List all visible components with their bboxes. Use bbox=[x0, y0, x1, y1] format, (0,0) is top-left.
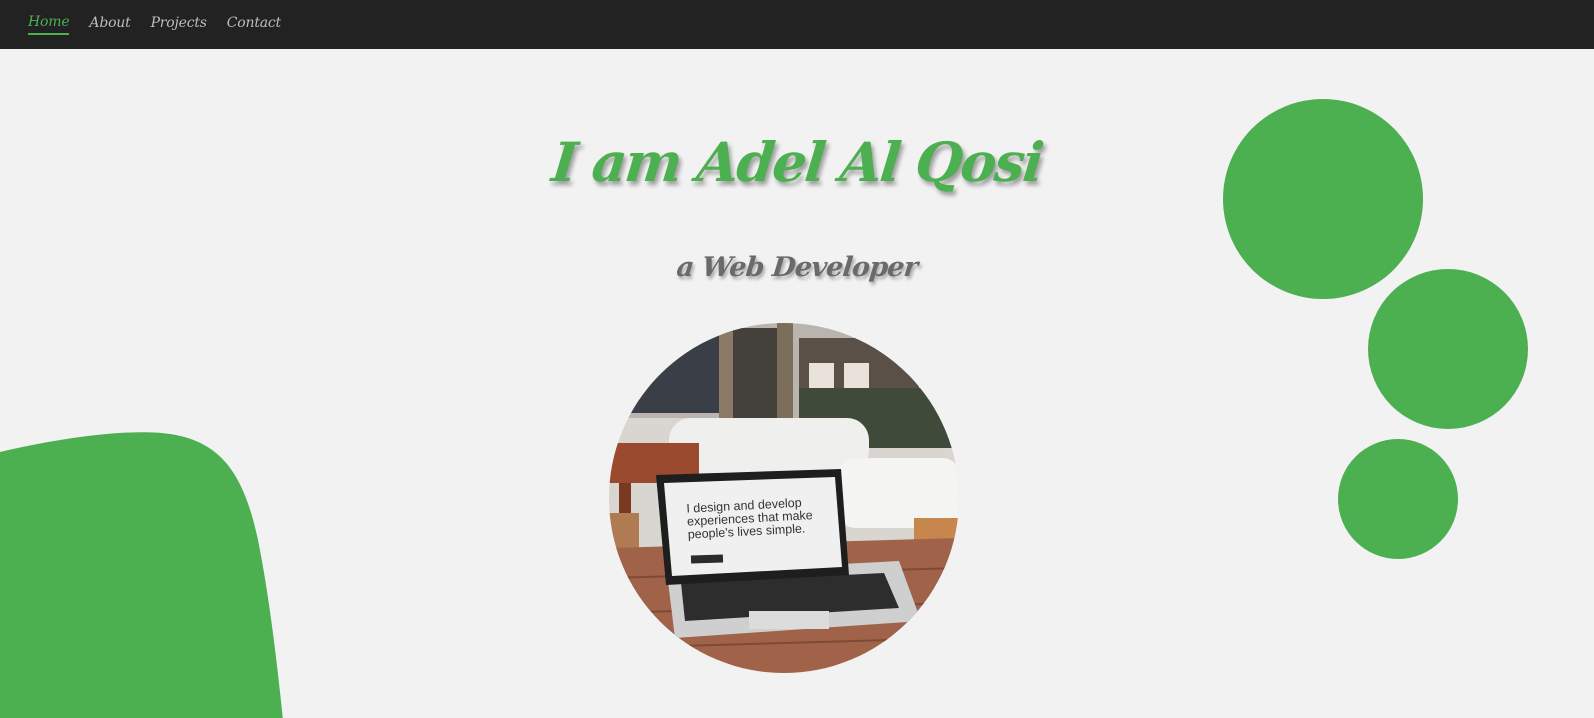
page: Home About Projects Contact I am Adel Al… bbox=[0, 0, 1594, 718]
hero-photo: I design and develop experiences that ma… bbox=[609, 323, 959, 673]
decorative-green-blob bbox=[0, 432, 283, 718]
laptop-screen-text: I design and develop experiences that ma… bbox=[686, 495, 814, 542]
top-navbar: Home About Projects Contact bbox=[0, 0, 1594, 49]
decorative-circle-small bbox=[1338, 439, 1458, 559]
nav-link-home[interactable]: Home bbox=[28, 14, 70, 35]
hero-subtitle: a Web Developer bbox=[675, 252, 919, 283]
nav-link-projects[interactable]: Projects bbox=[151, 15, 207, 34]
nav-link-about[interactable]: About bbox=[89, 15, 130, 34]
hero-title: I am Adel Al Qosi bbox=[548, 130, 1046, 194]
nav-link-contact[interactable]: Contact bbox=[227, 15, 281, 34]
decorative-circle-medium bbox=[1368, 269, 1528, 429]
